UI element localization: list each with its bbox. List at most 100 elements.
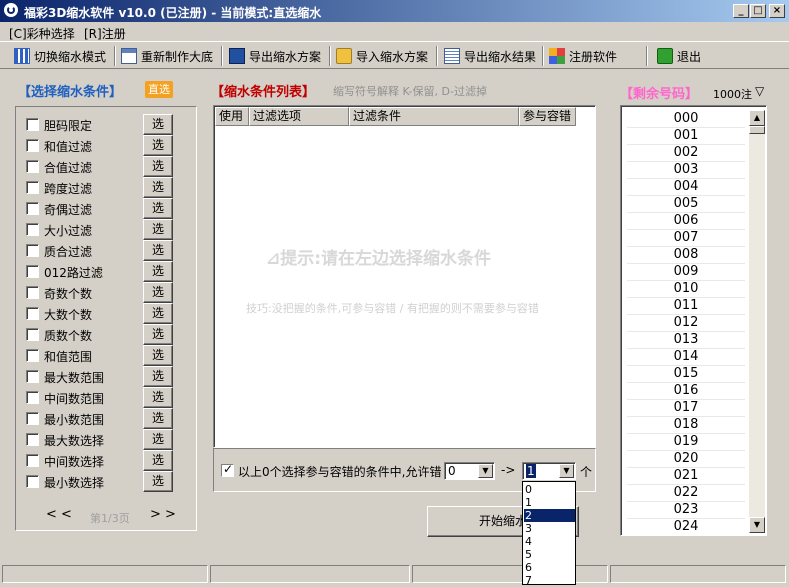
number-row[interactable]: 010 xyxy=(627,280,745,298)
exit-button[interactable]: 退出 xyxy=(657,46,701,66)
number-row[interactable]: 011 xyxy=(627,297,745,315)
minimize-button[interactable]: _ xyxy=(733,4,749,18)
number-row[interactable]: 016 xyxy=(627,382,745,400)
number-row[interactable]: 024 xyxy=(627,518,745,535)
dropdown-option[interactable]: 2 xyxy=(524,509,575,522)
export-scheme-button[interactable]: 导出缩水方案 xyxy=(229,46,321,66)
condition-checkbox[interactable] xyxy=(26,391,39,404)
condition-checkbox[interactable] xyxy=(26,202,39,215)
tolerance-from-select[interactable]: 0 ▼ xyxy=(444,462,495,480)
condition-checkbox[interactable] xyxy=(26,181,39,194)
number-row[interactable]: 014 xyxy=(627,348,745,366)
import-scheme-button[interactable]: 导入缩水方案 xyxy=(336,46,428,66)
condition-checkbox[interactable] xyxy=(26,265,39,278)
number-row[interactable]: 023 xyxy=(627,501,745,519)
number-row[interactable]: 007 xyxy=(627,229,745,247)
number-row[interactable]: 000 xyxy=(627,110,745,128)
condition-checkbox[interactable] xyxy=(26,139,39,152)
number-row[interactable]: 009 xyxy=(627,263,745,281)
number-row[interactable]: 020 xyxy=(627,450,745,468)
condition-select-button[interactable]: 选 xyxy=(143,408,173,429)
next-page-button[interactable]: > > xyxy=(150,507,176,522)
dropdown-option[interactable]: 5 xyxy=(524,548,575,561)
export-result-button[interactable]: 导出缩水结果 xyxy=(444,46,536,66)
dropdown-option[interactable]: 3 xyxy=(524,522,575,535)
scrollbar-track[interactable] xyxy=(749,134,765,519)
column-header-option[interactable]: 过滤选项 xyxy=(249,107,349,126)
column-header-use[interactable]: 使用 xyxy=(215,107,249,126)
scrollbar-thumb[interactable] xyxy=(749,126,765,134)
condition-checkbox[interactable] xyxy=(26,475,39,488)
condition-checkbox[interactable] xyxy=(26,454,39,467)
number-row[interactable]: 013 xyxy=(627,331,745,349)
number-row[interactable]: 008 xyxy=(627,246,745,264)
condition-checkbox[interactable] xyxy=(26,244,39,257)
number-row[interactable]: 015 xyxy=(627,365,745,383)
condition-select-button[interactable]: 选 xyxy=(143,177,173,198)
condition-checkbox[interactable] xyxy=(26,160,39,173)
number-row[interactable]: 018 xyxy=(627,416,745,434)
condition-select-button[interactable]: 选 xyxy=(143,240,173,261)
register-software-button[interactable]: 注册软件 xyxy=(549,46,617,66)
condition-select-button[interactable]: 选 xyxy=(143,429,173,450)
condition-select-button[interactable]: 选 xyxy=(143,366,173,387)
usage-tip: 技巧:没把握的条件,可参与容错 / 有把握的则不需要参与容错 xyxy=(246,302,539,315)
condition-select-button[interactable]: 选 xyxy=(143,471,173,492)
condition-select-button[interactable]: 选 xyxy=(143,114,173,135)
condition-select-button[interactable]: 选 xyxy=(143,282,173,303)
condition-checkbox[interactable] xyxy=(26,370,39,383)
switch-mode-button[interactable]: 切换缩水模式 xyxy=(14,46,106,66)
condition-checkbox[interactable] xyxy=(26,286,39,299)
number-row[interactable]: 012 xyxy=(627,314,745,332)
scroll-up-icon[interactable]: ▲ xyxy=(749,110,765,126)
number-row[interactable]: 017 xyxy=(627,399,745,417)
number-row[interactable]: 022 xyxy=(627,484,745,502)
rebuild-base-button[interactable]: 重新制作大底 xyxy=(121,46,213,66)
condition-checkbox[interactable] xyxy=(26,349,39,362)
scroll-down-icon[interactable]: ▼ xyxy=(749,517,765,533)
condition-checkbox[interactable] xyxy=(26,328,39,341)
condition-checkbox[interactable] xyxy=(26,307,39,320)
condition-select-button[interactable]: 选 xyxy=(143,450,173,471)
condition-select-button[interactable]: 选 xyxy=(143,303,173,324)
maximize-button[interactable]: □ xyxy=(750,4,766,18)
number-row[interactable]: 005 xyxy=(627,195,745,213)
condition-select-button[interactable]: 选 xyxy=(143,198,173,219)
tolerance-checkbox[interactable]: ✓ xyxy=(221,462,234,477)
tolerance-to-select[interactable]: 1 ▼ xyxy=(522,462,576,480)
condition-checkbox[interactable] xyxy=(26,223,39,236)
condition-row: 最小数范围 选 xyxy=(26,408,191,429)
number-row[interactable]: 021 xyxy=(627,467,745,485)
condition-select-button[interactable]: 选 xyxy=(143,345,173,366)
close-button[interactable]: × xyxy=(769,4,785,18)
menu-lottery-select[interactable]: [C]彩种选择 xyxy=(9,25,75,42)
remaining-numbers-list[interactable]: 000 001 002 003 004 005 006 007 008 009 010 011 012 0… xyxy=(620,105,767,536)
number-row[interactable]: 004 xyxy=(627,178,745,196)
condition-checkbox[interactable] xyxy=(26,118,39,131)
condition-select-button[interactable]: 选 xyxy=(143,219,173,240)
number-row[interactable]: 001 xyxy=(627,127,745,145)
condition-checkbox[interactable] xyxy=(26,412,39,425)
menu-register[interactable]: [R]注册 xyxy=(84,25,126,42)
condition-checkbox[interactable] xyxy=(26,433,39,446)
condition-select-button[interactable]: 选 xyxy=(143,135,173,156)
dropdown-option[interactable]: 0 xyxy=(524,483,575,496)
prev-page-button[interactable]: < < xyxy=(46,507,72,522)
dropdown-option[interactable]: 1 xyxy=(524,496,575,509)
column-header-condition[interactable]: 过滤条件 xyxy=(349,107,519,126)
number-row[interactable]: 003 xyxy=(627,161,745,179)
number-row[interactable]: 002 xyxy=(627,144,745,162)
dropdown-option[interactable]: 4 xyxy=(524,535,575,548)
dropdown-option[interactable]: 6 xyxy=(524,561,575,574)
column-header-tolerance[interactable]: 参与容错 xyxy=(519,107,576,126)
condition-select-button[interactable]: 选 xyxy=(143,387,173,408)
dropdown-option[interactable]: 7 xyxy=(524,574,575,587)
condition-table[interactable]: 使用 过滤选项 过滤条件 参与容错 ⊿提示:请在左边选择缩水条件 技巧:没把握的… xyxy=(213,105,596,448)
number-row[interactable]: 019 xyxy=(627,433,745,451)
condition-select-button[interactable]: 选 xyxy=(143,156,173,177)
count-dropdown-icon[interactable]: ▽ xyxy=(755,84,764,98)
number-row[interactable]: 006 xyxy=(627,212,745,230)
condition-select-button[interactable]: 选 xyxy=(143,324,173,345)
tolerance-dropdown-list[interactable]: 01234567 xyxy=(522,481,576,587)
condition-select-button[interactable]: 选 xyxy=(143,261,173,282)
